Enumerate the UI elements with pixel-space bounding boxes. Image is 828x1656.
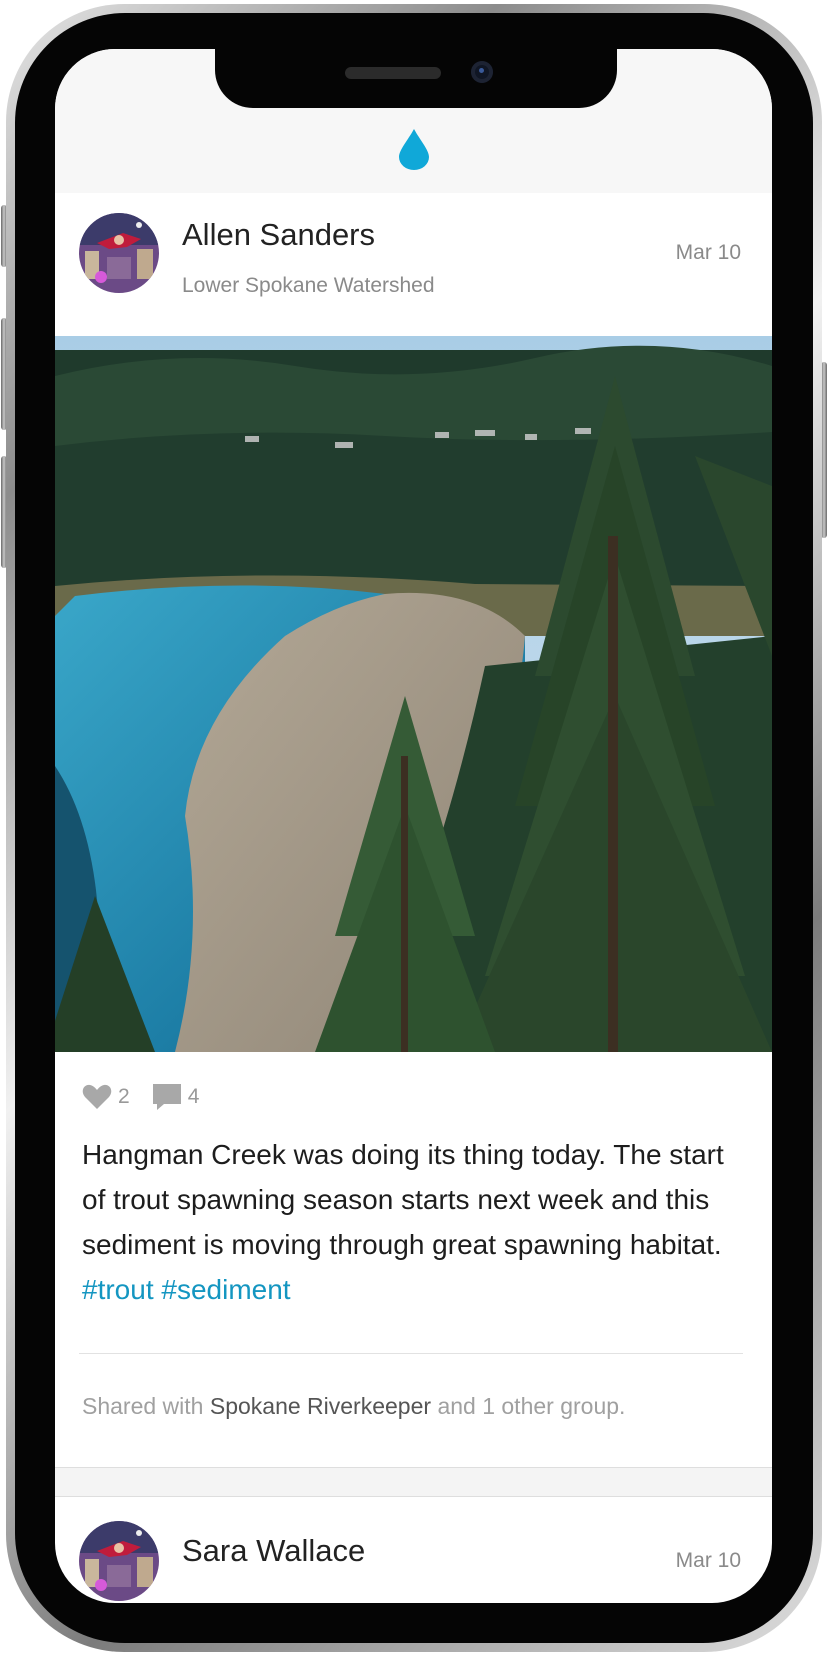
shared-suffix[interactable]: and 1 other group. [437, 1393, 625, 1419]
post-stats: 2 4 [82, 1079, 221, 1115]
like-count: 2 [118, 1085, 130, 1108]
divider [79, 1353, 743, 1354]
comment-icon[interactable] [152, 1083, 182, 1111]
notch [215, 49, 617, 108]
front-camera [471, 61, 493, 83]
speaker [345, 67, 441, 79]
shared-prefix: Shared with [82, 1393, 204, 1419]
hashtag-links[interactable]: #trout #sediment [82, 1274, 291, 1305]
post-separator [55, 1467, 772, 1497]
post-photo[interactable] [55, 336, 772, 1052]
heart-icon[interactable] [82, 1084, 112, 1110]
post-date: Mar 10 [675, 241, 741, 264]
water-drop-icon[interactable] [398, 128, 430, 170]
shared-group-link[interactable]: Spokane Riverkeeper [210, 1393, 431, 1419]
avatar[interactable] [79, 213, 159, 293]
post-caption: Hangman Creek was doing its thing today.… [82, 1132, 752, 1312]
comment-count: 4 [187, 1085, 200, 1108]
post-group-name[interactable]: Lower Spokane Watershed [182, 274, 435, 298]
post-author-name[interactable]: Sara Wallace [182, 1533, 365, 1569]
avatar[interactable] [79, 1521, 159, 1601]
phone-device: Allen Sanders Lower Spokane Watershed Ma… [0, 0, 828, 1656]
post-author-name[interactable]: Allen Sanders [182, 217, 375, 253]
post-date: Mar 10 [675, 1549, 741, 1572]
app-screen: Allen Sanders Lower Spokane Watershed Ma… [55, 49, 772, 1603]
caption-text: Hangman Creek was doing its thing today.… [82, 1139, 724, 1260]
shared-with: Shared with Spokane Riverkeeper and 1 ot… [82, 1393, 625, 1420]
